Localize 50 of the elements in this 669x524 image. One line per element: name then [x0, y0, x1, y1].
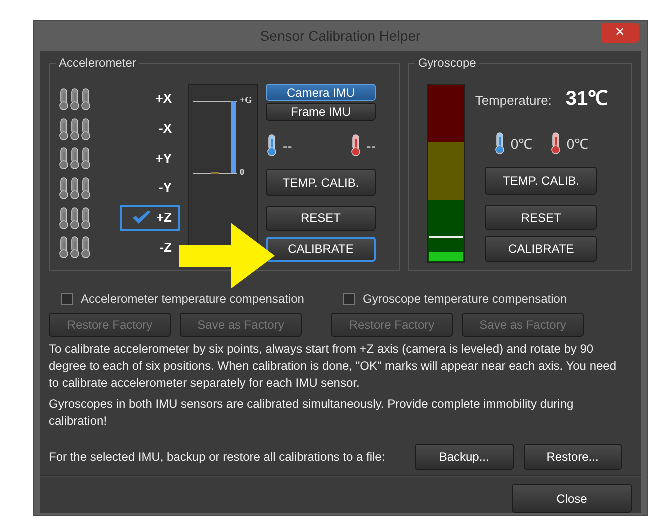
imu-tab[interactable]: Frame IMU: [266, 103, 376, 121]
checkbox-label: Gyroscope temperature compensation: [363, 292, 568, 306]
axis-item[interactable]: +Y: [120, 145, 180, 172]
imu-tab[interactable]: Camera IMU: [266, 84, 376, 102]
thermometer-icon: [266, 134, 278, 158]
action-button[interactable]: CALIBRATE: [485, 236, 598, 262]
axis-item[interactable]: +Z: [120, 204, 180, 231]
file-button[interactable]: Restore...: [524, 444, 622, 470]
check-icon: [132, 210, 152, 226]
thermometers-icon: [58, 174, 92, 201]
instruction-text: To calibrate accelerometer by six points, always start from +Z axis (camera is leveled) and rotate by 90 degree to each of six positions. When calibration is done, "OK" marks will appear near each axis. You need to calibrate accelerometer separately for each IMU sensor.: [49, 341, 618, 392]
group-title: Accelerometer: [56, 56, 140, 70]
action-button[interactable]: TEMP. CALIB.: [266, 169, 376, 196]
thermometer-icon: [350, 134, 362, 158]
file-button[interactable]: Backup...: [415, 444, 514, 470]
tick-label: +G: [240, 95, 252, 105]
instruction-text: Gyroscopes in both IMU sensors are calibrated simultaneously. Provide complete immobility during calibration!: [49, 396, 575, 430]
checkbox-label: Accelerometer temperature compensation: [81, 292, 304, 306]
tick-label: 0: [240, 167, 244, 177]
action-button[interactable]: TEMP. CALIB.: [485, 167, 598, 195]
axis-item[interactable]: -X: [120, 116, 180, 142]
temperature-value: 31℃: [566, 87, 608, 111]
axis-item[interactable]: +X: [120, 86, 180, 112]
action-button[interactable]: CALIBRATE: [266, 236, 376, 262]
close-dialog-button[interactable]: Close: [512, 484, 632, 513]
thermometers-icon: [58, 145, 92, 172]
temperature-reading: --: [283, 138, 292, 154]
close-button[interactable]: ×: [601, 23, 639, 43]
axis-item[interactable]: -Y: [120, 174, 180, 201]
checkbox[interactable]: [61, 293, 73, 305]
backup-text: For the selected IMU, backup or restore all calibrations to a file:: [49, 450, 386, 464]
temperature-label: Temperature:: [475, 93, 552, 108]
thermometers-icon: [58, 234, 92, 260]
action-button[interactable]: RESET: [485, 204, 598, 230]
thermometers-icon: [58, 116, 92, 142]
temperature-reading: 0℃: [566, 134, 589, 153]
group-title: Gyroscope: [415, 56, 480, 70]
thermometer-icon: [494, 132, 506, 155]
thermometers-icon: [58, 204, 92, 231]
temperature-reading: --: [366, 138, 376, 154]
axis-item[interactable]: -Z: [120, 234, 180, 260]
meter-marker: [429, 236, 464, 238]
thermometers-icon: [58, 86, 92, 112]
meter-segment: [428, 85, 464, 142]
meter-fill: [231, 101, 236, 173]
checkbox[interactable]: [343, 293, 355, 305]
temperature-reading: 0℃: [510, 134, 533, 153]
action-button[interactable]: RESET: [266, 206, 376, 231]
meter-segment: [428, 142, 464, 200]
thermometer-icon: [550, 132, 562, 155]
